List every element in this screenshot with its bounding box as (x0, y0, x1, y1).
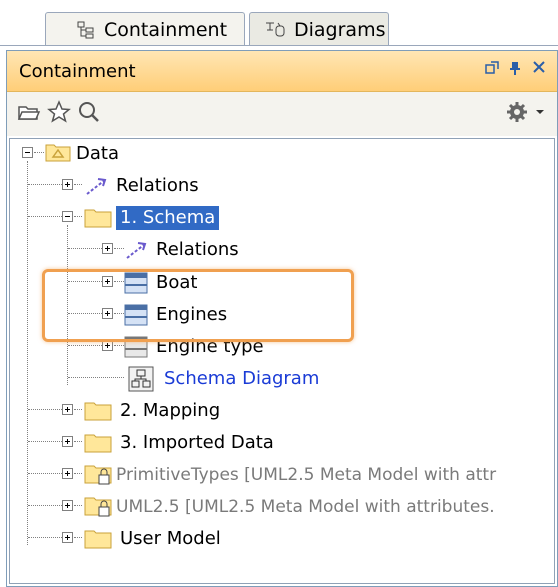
tree-connector (28, 537, 62, 538)
tree-node-label: Data (76, 143, 119, 164)
tree-connector (34, 152, 44, 153)
view-tabs: Containment Diagrams (0, 0, 558, 50)
collapse-toggle[interactable] (62, 211, 73, 222)
pin-icon[interactable] (509, 61, 521, 79)
tree-connector (74, 409, 82, 410)
tree-node-label: Relations (156, 239, 239, 260)
folder-icon (84, 401, 112, 425)
tree-node-label: Schema Diagram (164, 368, 320, 389)
diagrams-icon (264, 20, 286, 40)
expand-toggle[interactable] (62, 179, 73, 190)
tree-connector (114, 248, 124, 249)
tree-connector (74, 216, 82, 217)
tree-node-data[interactable]: Data (10, 139, 558, 171)
favorite-star-icon[interactable] (47, 100, 71, 124)
relations-icon (84, 175, 108, 201)
expand-toggle[interactable] (62, 532, 73, 543)
relations-icon (124, 239, 148, 265)
expand-toggle[interactable] (62, 404, 73, 415)
tree-node-label: UML2.5 [UML2.5 Meta Model with attribute… (116, 497, 495, 517)
expand-toggle[interactable] (62, 468, 73, 479)
tree-connector (68, 377, 124, 378)
folder-icon (84, 433, 112, 457)
locked-package-icon (84, 464, 112, 490)
tree-connector (28, 505, 62, 506)
tab-diagrams-label: Diagrams (294, 18, 386, 41)
folder-icon (84, 208, 112, 232)
locked-package-icon (84, 496, 112, 522)
expand-toggle[interactable] (102, 243, 113, 254)
tree-connector (28, 441, 62, 442)
float-window-icon[interactable] (485, 61, 499, 79)
folder-icon (84, 529, 112, 553)
panel-title-bar: Containment (7, 51, 557, 92)
tree-node-primitive-types[interactable]: PrimitiveTypes [UML2.5 Meta Model with a… (10, 460, 558, 492)
tree-node-user-model[interactable]: User Model (10, 524, 558, 556)
expand-toggle[interactable] (62, 500, 73, 511)
containment-tree[interactable]: Data Relations 1. Schema Relations Boat … (9, 138, 555, 584)
tree-connector (74, 184, 82, 185)
tree-node-mapping[interactable]: 2. Mapping (10, 396, 558, 428)
open-folder-icon[interactable] (17, 100, 41, 124)
tree-node-schema[interactable]: 1. Schema (10, 203, 558, 235)
diagram-icon (128, 366, 154, 396)
tree-connector (74, 473, 82, 474)
tree-connector (68, 248, 102, 249)
panel-title: Containment (19, 61, 136, 82)
dropdown-arrow-icon[interactable] (535, 108, 545, 116)
highlight-callout (42, 269, 354, 342)
tree-node-label: Relations (116, 175, 199, 196)
tree-node-schema-diagram[interactable]: Schema Diagram (10, 364, 558, 396)
model-package-icon (45, 141, 71, 167)
panel-toolbar (7, 92, 557, 136)
tab-containment-label: Containment (104, 18, 228, 41)
tabs-divider (0, 45, 558, 46)
tree-connector (74, 505, 82, 506)
tree-node-schema-relations[interactable]: Relations (10, 235, 558, 267)
tree-connector (68, 345, 102, 346)
tree-connector (28, 473, 62, 474)
search-icon[interactable] (77, 100, 101, 124)
tree-node-imported-data[interactable]: 3. Imported Data (10, 428, 558, 460)
tab-containment[interactable]: Containment (45, 12, 245, 46)
tree-node-label: 1. Schema (116, 206, 220, 230)
tree-node-label: 3. Imported Data (120, 432, 274, 453)
expand-toggle[interactable] (62, 436, 73, 447)
tab-diagrams[interactable]: Diagrams (249, 12, 389, 46)
containment-tree-icon (76, 20, 96, 40)
tree-node-relations[interactable]: Relations (10, 171, 558, 203)
tree-node-uml25[interactable]: UML2.5 [UML2.5 Meta Model with attribute… (10, 492, 558, 524)
tree-node-label: 2. Mapping (120, 400, 221, 421)
tree-node-label: PrimitiveTypes [UML2.5 Meta Model with a… (116, 465, 497, 485)
tree-connector (114, 345, 124, 346)
collapse-toggle[interactable] (22, 147, 33, 158)
tree-connector (28, 216, 62, 217)
tree-connector (28, 409, 62, 410)
tree-connector (74, 537, 82, 538)
tree-node-label: User Model (120, 528, 221, 549)
settings-gear-icon[interactable] (505, 100, 529, 124)
close-icon[interactable] (533, 61, 545, 77)
tree-connector (74, 441, 82, 442)
tree-connector (28, 184, 62, 185)
